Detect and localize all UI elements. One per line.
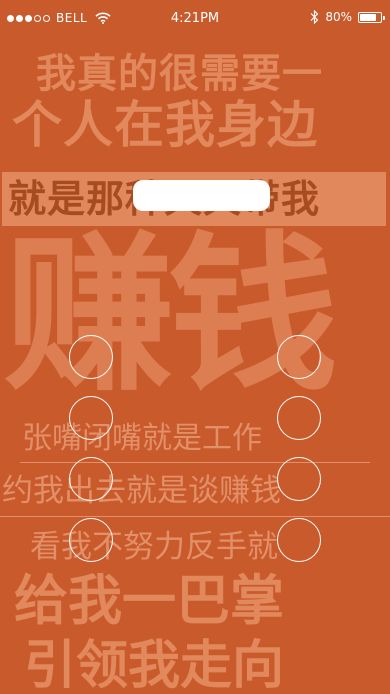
bluetooth-icon xyxy=(310,10,319,24)
dial-button-right-3[interactable] xyxy=(277,457,321,501)
passcode-field[interactable] xyxy=(133,180,270,211)
poster-line-9: 引领我走向 xyxy=(24,636,285,694)
dial-button-right-4[interactable] xyxy=(277,518,321,562)
battery-percent: 80% xyxy=(325,10,352,24)
poster-line-2: 个人在我身边 xyxy=(12,96,318,154)
poster-line-8: 给我一巴掌 xyxy=(14,569,284,632)
poster-line-4: 赚钱 xyxy=(4,217,338,415)
poster-line-6: 约我出去就是谈赚钱 xyxy=(2,473,281,509)
dial-button-left-3[interactable] xyxy=(69,457,113,501)
status-bar: BELL 4:21PM 80% xyxy=(0,0,390,40)
poster-line-1: 我真的很需要一 xyxy=(36,51,323,97)
dial-button-left-1[interactable] xyxy=(69,335,113,379)
poster-background: 我真的很需要一 个人在我身边 就是那种天天带我 赚钱 张嘴闭嘴就是工作 约我出去… xyxy=(0,0,390,694)
poster-line-7: 看我不努力反手就 xyxy=(30,529,278,565)
battery-level xyxy=(360,13,376,21)
poster-divider xyxy=(0,516,390,517)
dial-button-left-2[interactable] xyxy=(69,396,113,440)
poster-line-5: 张嘴闭嘴就是工作 xyxy=(22,421,262,456)
poster-divider xyxy=(20,462,370,463)
battery-icon xyxy=(358,11,385,23)
dial-button-left-4[interactable] xyxy=(69,518,113,562)
lock-screen: 我真的很需要一 个人在我身边 就是那种天天带我 赚钱 张嘴闭嘴就是工作 约我出去… xyxy=(0,0,390,694)
dial-button-right-1[interactable] xyxy=(277,335,321,379)
dial-button-right-2[interactable] xyxy=(277,396,321,440)
status-right: 80% xyxy=(310,10,385,24)
